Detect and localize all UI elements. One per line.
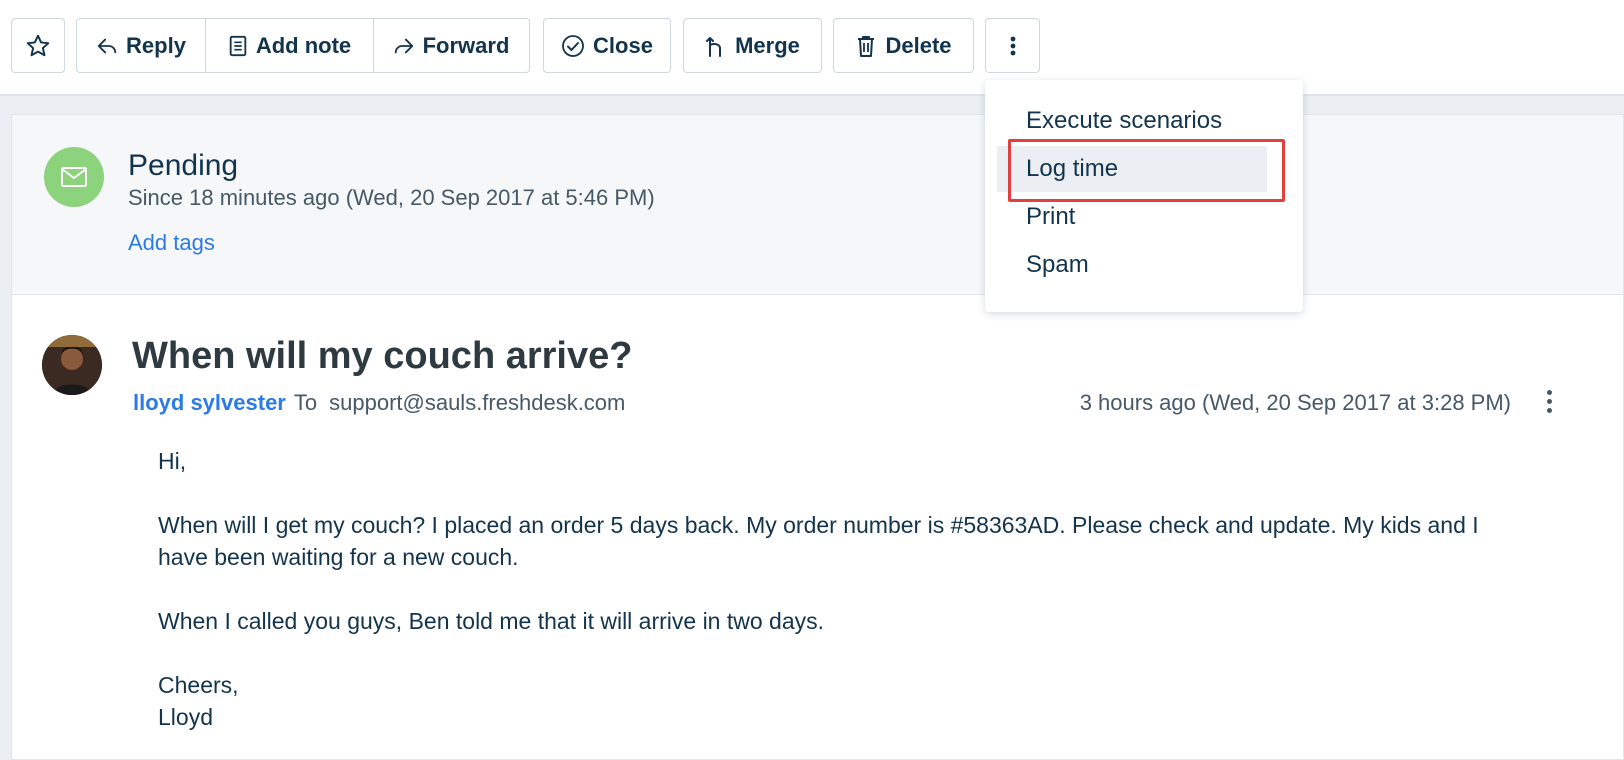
more-vertical-icon — [1010, 36, 1015, 55]
trash-icon — [858, 35, 875, 57]
reply-button-group: Reply Add note Forward — [76, 18, 530, 73]
body-greeting: Hi, — [158, 448, 187, 474]
merge-label: Merge — [735, 32, 800, 58]
merge-button[interactable]: Merge — [683, 18, 822, 73]
reply-icon — [97, 38, 117, 53]
menu-item-print[interactable]: Print — [985, 194, 1303, 240]
body-signoff: Cheers, — [158, 672, 239, 698]
body-paragraph: When will I get my couch? I placed an or… — [158, 512, 1479, 570]
more-actions-menu: Execute scenarios Log time Print Spam — [985, 80, 1303, 312]
envelope-icon — [61, 167, 87, 187]
reply-label: Reply — [126, 32, 186, 58]
delete-button[interactable]: Delete — [833, 18, 974, 73]
avatar — [42, 335, 102, 395]
body-signature: Lloyd — [158, 704, 213, 730]
forward-label: Forward — [422, 32, 510, 58]
message-more-button[interactable] — [1537, 383, 1561, 419]
to-label: To — [293, 390, 318, 415]
close-button[interactable]: Close — [543, 18, 671, 73]
message-body: Hi, When will I get my couch? I placed a… — [158, 445, 1508, 733]
message-meta: lloyd sylvester To support@sauls.freshde… — [133, 390, 625, 416]
menu-item-execute-scenarios[interactable]: Execute scenarios — [985, 98, 1303, 144]
body-paragraph: When I called you guys, Ben told me that… — [158, 608, 825, 634]
add-note-label: Add note — [255, 32, 352, 58]
merge-icon — [706, 36, 722, 57]
ticket-status-panel: Pending Since 18 minutes ago (Wed, 20 Se… — [11, 114, 1624, 294]
email-status-icon — [44, 147, 104, 207]
forward-icon — [394, 38, 413, 53]
message-timestamp: 3 hours ago (Wed, 20 Sep 2017 at 3:28 PM… — [1079, 390, 1511, 415]
reply-button[interactable]: Reply — [77, 19, 206, 72]
forward-button[interactable]: Forward — [374, 19, 528, 72]
menu-item-spam[interactable]: Spam — [985, 242, 1303, 288]
more-vertical-icon — [1546, 389, 1552, 395]
add-tags-link[interactable]: Add tags — [128, 230, 215, 256]
check-circle-icon — [562, 34, 584, 57]
status-title: Pending — [128, 149, 239, 182]
star-icon — [26, 34, 50, 56]
more-actions-button[interactable] — [985, 18, 1040, 73]
close-label: Close — [593, 32, 653, 58]
sender-link[interactable]: lloyd sylvester — [133, 390, 286, 416]
recipient-address: support@sauls.freshdesk.com — [329, 390, 626, 415]
menu-item-log-time[interactable]: Log time — [997, 146, 1267, 192]
user-photo — [42, 335, 102, 395]
ticket-toolbar: Reply Add note Forward Close Merge Delet… — [0, 0, 1624, 96]
ticket-conversation: When will my couch arrive? lloyd sylvest… — [11, 294, 1624, 760]
ticket-subject: When will my couch arrive? — [132, 335, 633, 377]
status-since: Since 18 minutes ago (Wed, 20 Sep 2017 a… — [128, 185, 655, 210]
add-note-button[interactable]: Add note — [206, 19, 374, 72]
delete-label: Delete — [885, 32, 952, 58]
note-icon — [229, 35, 247, 56]
star-button[interactable] — [11, 18, 65, 73]
